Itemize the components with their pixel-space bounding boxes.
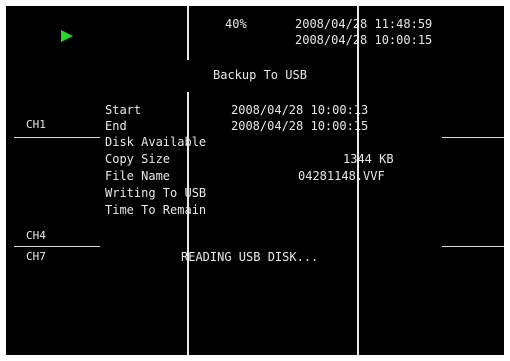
usb-status-message: READING USB DISK... [181,250,319,264]
channel-label-ch4: CH4 [26,229,46,242]
file-name-label: File Name [105,169,171,183]
copy-size-label: Copy Size [105,152,171,166]
disk-available-label: Disk Available [105,135,207,149]
recording-datetime: 2008/04/28 10:00:15 [295,33,433,47]
start-value: 2008/04/28 10:00:13 [231,103,369,117]
current-datetime: 2008/04/28 11:48:59 [295,17,433,31]
grid-horizontal-line-bottom [14,246,100,247]
copy-size-value: 1344 KB [343,152,394,166]
progress-percent: 40% [225,17,247,31]
grid-vertical-line-left [187,6,189,60]
start-label: Start [105,103,142,117]
grid-horizontal-line-top [14,137,100,138]
play-icon [61,30,73,42]
writing-to-usb-label: Writing To USB [105,186,207,200]
grid-vertical-line-left-lower [187,92,189,355]
grid-horizontal-line-bottom-right [442,246,504,247]
time-to-remain-label: Time To Remain [105,203,207,217]
end-label: End [105,119,127,133]
channel-label-ch1: CH1 [26,118,46,131]
grid-horizontal-line-top-right [442,137,504,138]
dvr-screen: 40% 2008/04/28 11:48:59 2008/04/28 10:00… [6,6,504,355]
channel-label-ch7: CH7 [26,250,46,263]
end-value: 2008/04/28 10:00:15 [231,119,369,133]
backup-title: Backup To USB [213,68,307,82]
file-name-value: 04281148.VVF [298,169,385,183]
